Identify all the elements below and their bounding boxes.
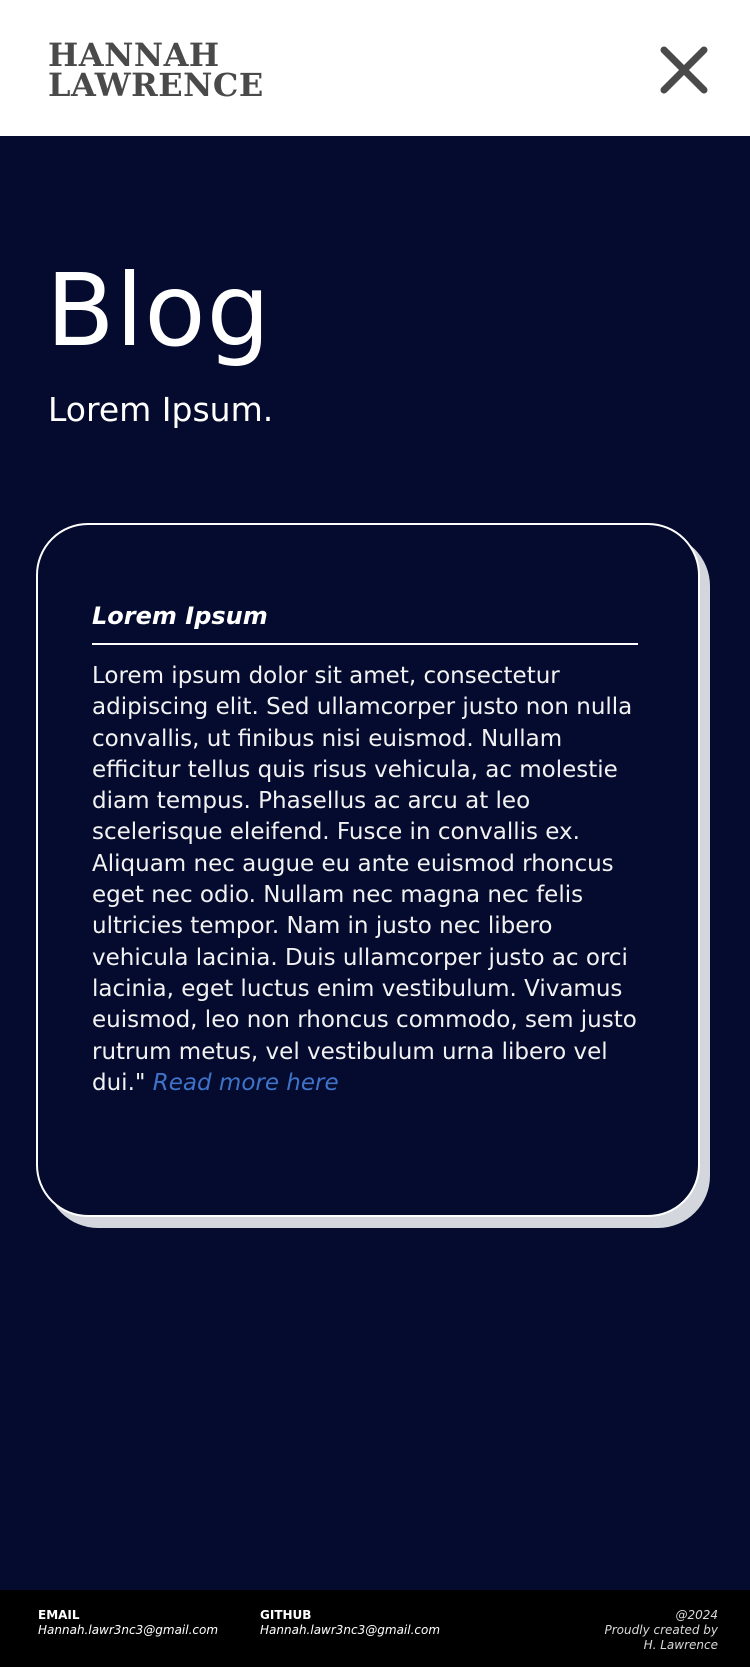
site-logo[interactable]: HANNAH LAWRENCE	[48, 39, 264, 104]
site-header: HANNAH LAWRENCE	[0, 0, 750, 136]
page-subtitle: Lorem Ipsum.	[48, 390, 274, 429]
footer-email: EMAIL Hannah.lawr3nc3@gmail.com	[38, 1608, 218, 1638]
footer-credit-name: H. Lawrence	[643, 1638, 718, 1652]
footer-credits: @2024 Proudly created by H. Lawrence	[605, 1608, 719, 1653]
close-icon	[660, 46, 708, 94]
post-body-text: Lorem ipsum dolor sit amet, consectetur …	[92, 663, 637, 1096]
read-more-link[interactable]: Read more here	[153, 1070, 339, 1096]
blog-post-card: Lorem Ipsum Lorem ipsum dolor sit amet, …	[36, 523, 700, 1217]
site-footer: EMAIL Hannah.lawr3nc3@gmail.com GITHUB H…	[0, 1590, 750, 1667]
footer-year: @2024	[675, 1608, 718, 1622]
post-excerpt: Lorem ipsum dolor sit amet, consectetur …	[92, 661, 652, 1099]
footer-credit-line: Proudly created by	[604, 1623, 719, 1637]
post-title: Lorem Ipsum	[92, 602, 268, 630]
footer-email-link[interactable]: Hannah.lawr3nc3@gmail.com	[38, 1623, 218, 1638]
post-title-divider	[92, 643, 638, 645]
footer-github-label: GITHUB	[260, 1608, 312, 1622]
footer-github-link[interactable]: Hannah.lawr3nc3@gmail.com	[260, 1623, 440, 1638]
logo-line-last: LAWRENCE	[48, 66, 264, 104]
page-title: Blog	[46, 252, 272, 369]
close-menu-button[interactable]	[656, 42, 712, 98]
footer-github: GITHUB Hannah.lawr3nc3@gmail.com	[260, 1608, 440, 1638]
footer-email-label: EMAIL	[38, 1608, 80, 1622]
